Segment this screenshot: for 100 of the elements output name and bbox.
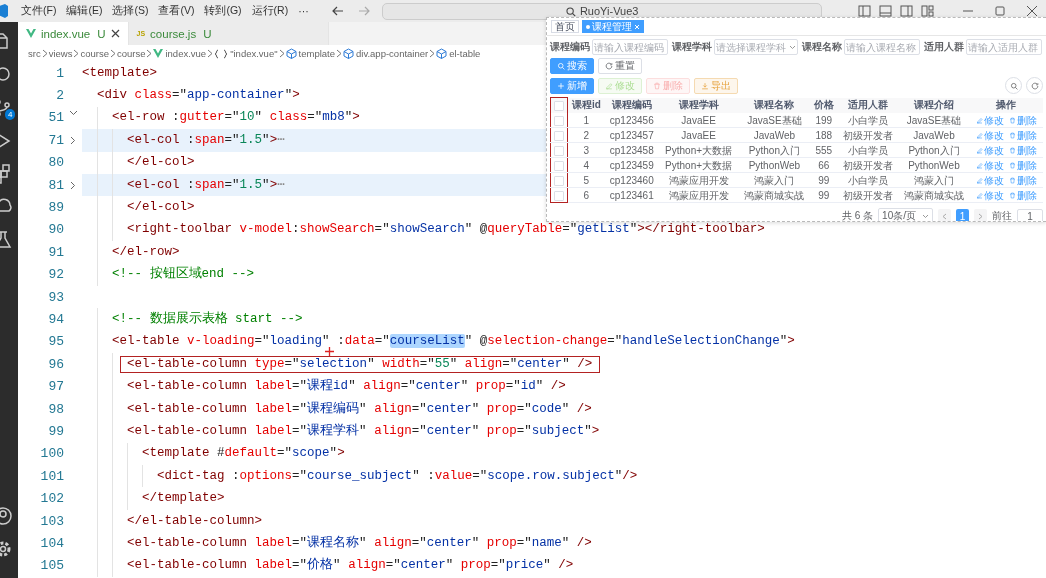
trash-icon: [1008, 161, 1016, 169]
checkbox[interactable]: [553, 145, 564, 156]
table-cell: 初级开发者: [837, 187, 898, 203]
line-number: 98: [47, 401, 64, 417]
menu-item[interactable]: 转到(G): [199, 4, 247, 18]
menu-item[interactable]: 编辑(E): [61, 4, 108, 18]
select-field[interactable]: 请选择课程学科: [714, 39, 798, 55]
input-field[interactable]: 请输入课程名称: [844, 39, 920, 55]
code-line: <div class="app-container">: [97, 88, 300, 104]
fold-chevron-icon[interactable]: [70, 180, 76, 190]
table-cell: JavaEE: [658, 127, 739, 143]
search-button[interactable]: 重置: [598, 58, 642, 74]
breadcrumb-item[interactable]: template: [298, 48, 335, 59]
breadcrumb-item[interactable]: "index.vue": [230, 48, 278, 59]
maximize-icon[interactable]: [994, 5, 1006, 17]
download-icon: [701, 81, 709, 90]
line-number: 91: [47, 244, 64, 260]
table-cell: Python+大数据: [658, 157, 739, 173]
trash-icon: [653, 81, 661, 90]
breadcrumb-item[interactable]: course: [80, 48, 109, 59]
breadcrumb-item[interactable]: course: [116, 48, 146, 59]
trash-icon: [1008, 191, 1016, 199]
code-line: <el-table-column label="课程名称" align="center" prop="name" />: [127, 535, 592, 551]
table-cell: 鸿蒙入门: [898, 172, 970, 188]
line-number: 102: [39, 491, 64, 507]
code-line: </el-col>: [127, 155, 195, 171]
table-cell: 555: [810, 142, 838, 158]
code-line: <el-table-column label="价格" align="center" prop="price" />: [127, 558, 574, 574]
line-number: 90: [47, 222, 64, 238]
search-icon: [564, 5, 576, 17]
code-line: <el-table v-loading="loading" :data="courseList" @selection-change="handleSelectionChange">: [112, 334, 795, 350]
fold-chevron-icon[interactable]: [70, 135, 76, 145]
code-line: <!-- 按钮区域end -->: [112, 267, 254, 283]
panel-toggle-icon[interactable]: [879, 5, 892, 17]
sidebar-toggle-icon[interactable]: [858, 5, 871, 17]
table-cell: Python入门: [898, 142, 970, 158]
breadcrumb-item[interactable]: el-table: [449, 48, 481, 59]
code-line: <el-row :gutter="10" class="mb8">: [112, 110, 360, 126]
close-icon[interactable]: [110, 29, 120, 38]
table-cell: 6: [567, 187, 605, 203]
code-line: <el-table-column label="课程学科" align="center" prop="subject">: [127, 423, 600, 439]
column-header: 操作: [969, 97, 1043, 113]
table-cell: 3: [567, 142, 605, 158]
forward-arrow-icon[interactable]: [357, 5, 370, 17]
page-size-select[interactable]: 10条/页: [878, 208, 933, 221]
editor-tab[interactable]: index.vue U: [18, 22, 129, 45]
checkbox[interactable]: [553, 115, 564, 126]
edit-icon: [975, 176, 983, 184]
edit-icon: [975, 161, 983, 169]
breadcrumb-item[interactable]: views: [48, 48, 73, 59]
checkbox[interactable]: [553, 175, 564, 186]
page-tag[interactable]: 首页: [551, 20, 579, 33]
secondary-sidebar-icon[interactable]: [900, 5, 913, 17]
braces-icon: [214, 48, 229, 59]
checkbox[interactable]: [553, 130, 564, 141]
column-header: 课程介绍: [898, 97, 970, 113]
line-number: 81: [47, 177, 64, 193]
checkbox[interactable]: [553, 160, 564, 171]
menu-item[interactable]: ···: [293, 5, 314, 17]
vue-file-icon: [26, 29, 36, 38]
input-field[interactable]: 请输入课程编码: [592, 39, 668, 55]
table-cell: JavaEE: [658, 113, 739, 128]
input-field[interactable]: 请输入适用人群: [966, 39, 1042, 55]
edit-icon: [975, 146, 983, 154]
table-cell: 鸿蒙商城实战: [898, 187, 970, 203]
breadcrumb-item[interactable]: index.vue: [165, 48, 207, 59]
line-number: 2: [55, 88, 64, 104]
table-cell: cp123461: [604, 187, 659, 203]
table-cell: cp123456: [604, 113, 659, 128]
page-input[interactable]: 1: [1017, 209, 1043, 221]
trash-icon: [1008, 131, 1016, 139]
refresh-icon: [605, 62, 613, 70]
menu-item[interactable]: 查看(V): [153, 4, 200, 18]
line-number: 89: [47, 200, 64, 216]
trash-icon: [1008, 146, 1016, 154]
close-icon[interactable]: [1026, 5, 1038, 17]
menu-item[interactable]: 运行(R): [246, 4, 294, 18]
table-cell: 2: [567, 127, 605, 143]
code-line: </el-row>: [112, 244, 180, 260]
fold-chevron-icon[interactable]: [68, 109, 78, 116]
line-number: 51: [47, 110, 64, 126]
cube-icon: [436, 48, 448, 59]
column-header: 课程id: [567, 97, 605, 113]
checkbox[interactable]: [553, 101, 564, 112]
chevron-icon: [207, 49, 214, 58]
layout-icon[interactable]: [921, 5, 934, 17]
checkbox[interactable]: [553, 190, 564, 201]
column-header: 课程编码: [604, 97, 659, 113]
code-line: <template>: [82, 65, 158, 81]
line-number: 100: [39, 446, 64, 462]
line-number: 71: [47, 132, 64, 148]
breadcrumb-item[interactable]: src: [28, 48, 41, 59]
table-cell: cp123459: [604, 157, 659, 173]
menu-item[interactable]: 选择(S): [107, 4, 154, 18]
breadcrumb-item[interactable]: div.app-container: [356, 48, 429, 59]
menu-item[interactable]: 文件(F): [16, 4, 62, 18]
line-number: 92: [47, 267, 64, 283]
command-center[interactable]: RuoYi-Vue3: [381, 2, 822, 20]
back-arrow-icon[interactable]: [331, 5, 344, 17]
table-cell: 4: [567, 157, 605, 173]
